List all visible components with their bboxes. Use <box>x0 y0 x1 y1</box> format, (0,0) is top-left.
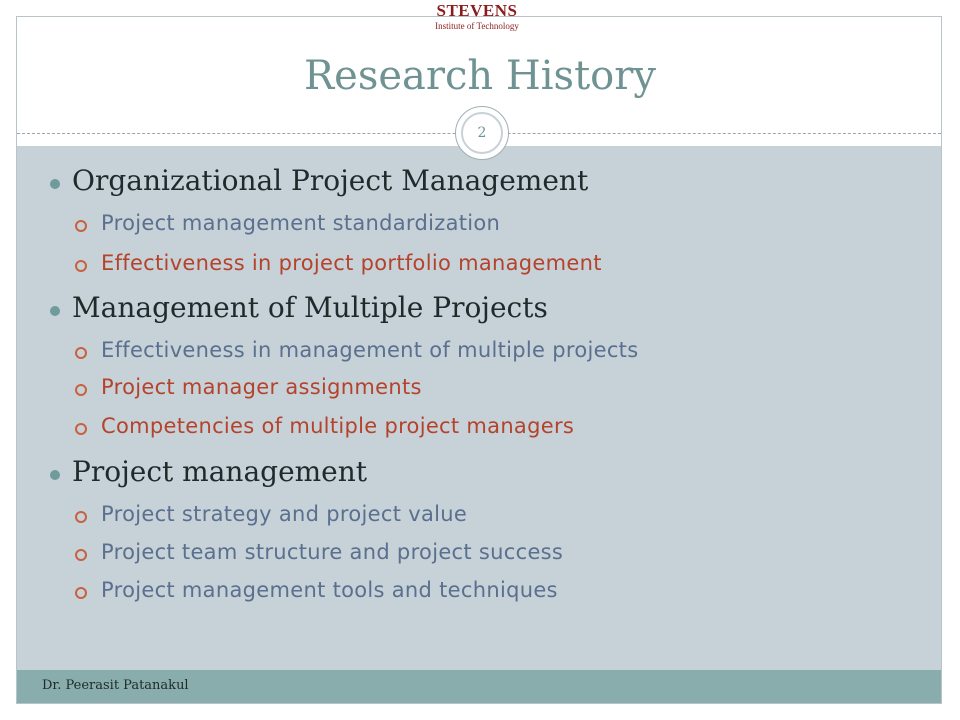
ring-bullet-icon <box>75 587 87 599</box>
list-item: Effectiveness in management of multiple … <box>101 338 639 362</box>
bullet-icon <box>50 306 60 316</box>
ring-bullet-icon <box>75 260 87 272</box>
logo-tagline: Institute of Technology <box>435 21 519 31</box>
ring-bullet-icon <box>75 384 87 396</box>
bullet-icon <box>50 179 60 189</box>
page-number: 2 <box>461 112 503 154</box>
slide-title: Research History <box>304 53 656 99</box>
ring-bullet-icon <box>75 347 87 359</box>
list-item: Project team structure and project succe… <box>101 540 564 564</box>
section-heading: Organizational Project Management <box>72 164 589 197</box>
section-heading: Management of Multiple Projects <box>72 291 548 324</box>
logo-wordmark: STEVENS <box>436 1 518 20</box>
list-item: Effectiveness in project portfolio manag… <box>101 251 602 275</box>
list-item: Project management standardization <box>101 211 501 235</box>
ring-bullet-icon <box>75 423 87 435</box>
list-item: Competencies of multiple project manager… <box>101 414 575 438</box>
section-heading: Project management <box>72 455 368 488</box>
footer-author: Dr. Peerasit Patanakul <box>42 678 189 693</box>
page-number-badge: 2 <box>455 106 509 160</box>
list-item: Project strategy and project value <box>101 502 468 526</box>
ring-bullet-icon <box>75 220 87 232</box>
list-item: Project management tools and techniques <box>101 578 558 602</box>
list-item: Project manager assignments <box>101 375 422 399</box>
ring-bullet-icon <box>75 549 87 561</box>
ring-bullet-icon <box>75 511 87 523</box>
bullet-icon <box>50 470 60 480</box>
stevens-logo: STEVENS Institute of Technology <box>432 2 522 38</box>
